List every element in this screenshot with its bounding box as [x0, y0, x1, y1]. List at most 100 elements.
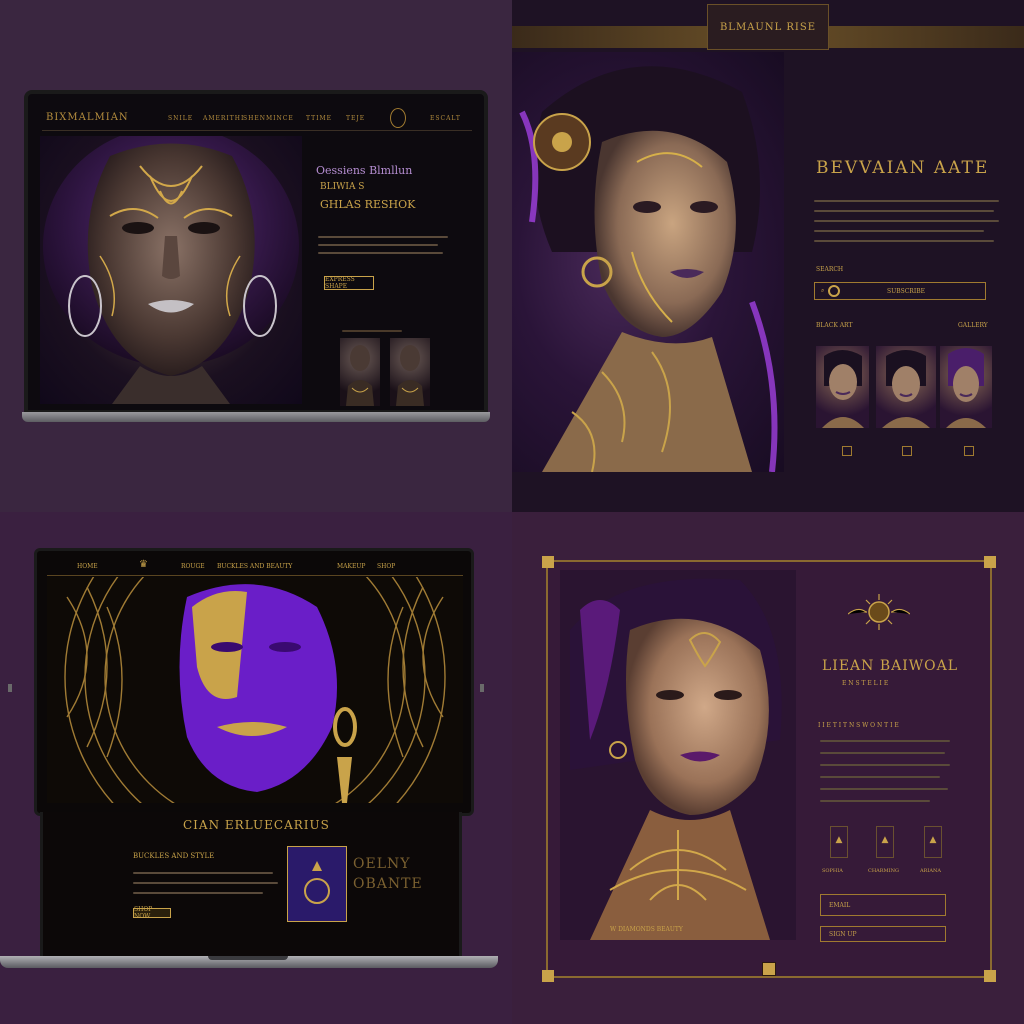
- hero-portrait: W DIAMONDS BEAUTY: [560, 570, 796, 940]
- text-line: [814, 240, 994, 242]
- nav-divider: [42, 130, 472, 131]
- gallery-nav-icon[interactable]: [964, 446, 974, 456]
- site-banner[interactable]: BLMAUNL RISE: [707, 4, 829, 50]
- portrait-illustration: [570, 578, 782, 940]
- search-icon: ⌕: [821, 287, 825, 294]
- nav-item-3[interactable]: SHENMINCE: [243, 115, 294, 122]
- headline-2: BLIWIA S: [320, 182, 365, 192]
- page-title: BEVVAIAN AATE: [816, 158, 990, 178]
- laptop-lower-screen: CIAN ERLUECARIUS BUCKLES AND STYLE SHOP …: [40, 812, 462, 958]
- feature-icon[interactable]: ▲: [924, 826, 942, 858]
- text-line: [342, 330, 402, 332]
- feature-icon[interactable]: ▲: [830, 826, 848, 858]
- nav-item-1[interactable]: SNILE: [168, 115, 193, 122]
- portrait-illustration: [519, 66, 778, 472]
- portrait-illustration: [64, 577, 446, 803]
- gallery-thumbnail[interactable]: [876, 346, 936, 428]
- portrait-illustration: [882, 350, 930, 428]
- portrait-illustration: [43, 136, 299, 404]
- text-line: [318, 252, 443, 254]
- nav-item-4[interactable]: TTIME: [306, 115, 332, 122]
- nav-item-home[interactable]: HOME: [77, 563, 98, 570]
- page-title: LIEAN BAIWOAL: [822, 658, 959, 674]
- text-line: [820, 764, 950, 766]
- ring-icon: [828, 285, 841, 297]
- nav-item-6[interactable]: ESCALT: [430, 115, 461, 122]
- right-label: GALLERY: [958, 322, 988, 329]
- laptop-screen: HOME ♛ ROUGE BUCKLES AND BEAUTY MAKEUP S…: [34, 548, 474, 816]
- left-label: BLACK ART: [816, 322, 853, 329]
- portrait-illustration: [396, 345, 424, 406]
- side-button: [8, 684, 12, 692]
- nav-item-2[interactable]: AMERITHI: [203, 115, 244, 122]
- gallery-nav-icon[interactable]: [842, 446, 852, 456]
- cta-button[interactable]: SHOP NOW: [133, 906, 171, 920]
- laptop-screen: BIXMALMIAN SNILE AMERITHI SHENMINCE TTIM…: [24, 90, 488, 414]
- mockup-webpage-purple: BLMAUNL RISE BEVVAIAN AATE SEARCH ⌕ SUBS…: [512, 0, 1024, 512]
- nav-item-5[interactable]: TEJE: [346, 115, 365, 122]
- text-line: [814, 220, 999, 222]
- nav-item-shop[interactable]: SHOP: [377, 563, 395, 570]
- feature-label-2: CHARMING: [868, 868, 900, 874]
- mockup-framed-page: W DIAMONDS BEAUTY LIEAN BAIWOAL E N S T …: [512, 512, 1024, 1024]
- sun-emblem-icon: [847, 592, 911, 632]
- frame-bottom-ornament: [762, 962, 776, 976]
- frame-corner: [542, 970, 554, 982]
- cta-button[interactable]: EXPRESS SHAPE: [324, 276, 374, 290]
- portrait-caption: W DIAMONDS BEAUTY: [610, 926, 683, 933]
- portrait-illustration: [346, 345, 374, 406]
- side-text-2: OBANTE: [353, 876, 423, 892]
- text-line: [814, 210, 994, 212]
- headline-3: GHLAS RESHOK: [320, 198, 416, 211]
- text-line: [820, 800, 930, 802]
- brand-logo[interactable]: BIXMALMIAN: [46, 112, 129, 123]
- text-line: [820, 776, 940, 778]
- signup-button[interactable]: SIGN UP: [820, 926, 946, 942]
- search-label: SEARCH: [816, 266, 844, 273]
- text-line: [133, 872, 273, 874]
- text-line: [133, 892, 263, 894]
- hero-portrait: [47, 577, 463, 803]
- email-field[interactable]: EMAIL: [820, 894, 946, 916]
- nav-item-makeup[interactable]: MAKEUP: [337, 563, 365, 570]
- text-line: [318, 244, 438, 246]
- section-title: CIAN ERLUECARIUS: [183, 818, 330, 832]
- gallery-thumbnail[interactable]: [816, 346, 869, 428]
- mockup-laptop-dark: BIXMALMIAN SNILE AMERITHI SHENMINCE TTIM…: [0, 0, 512, 512]
- feature-icon[interactable]: ▲: [876, 826, 894, 858]
- crown-icon: ♛: [139, 559, 148, 570]
- headline-1: Oessiens Blmllun: [316, 164, 413, 177]
- crest-icon: [390, 108, 406, 128]
- feature-label-1: SOPHIA: [822, 868, 843, 874]
- laptop-base: [22, 412, 490, 422]
- search-input[interactable]: ⌕ SUBSCRIBE: [814, 282, 986, 300]
- frame-corner: [542, 556, 554, 568]
- side-button: [480, 684, 484, 692]
- product-card[interactable]: [287, 846, 347, 922]
- laptop: BIXMALMIAN SNILE AMERITHI SHENMINCE TTIM…: [22, 90, 490, 430]
- text-line: [814, 230, 984, 232]
- feature-label-3: ARIANA: [920, 868, 941, 874]
- gallery-thumbnail[interactable]: [940, 346, 992, 428]
- top-nav: HOME ♛ ROUGE BUCKLES AND BEAUTY MAKEUP S…: [47, 559, 463, 576]
- text-line: [133, 882, 278, 884]
- side-text-1: OELNY: [353, 856, 411, 872]
- nav-item-rouge[interactable]: ROUGE: [181, 563, 205, 570]
- search-placeholder: SUBSCRIBE: [887, 287, 925, 295]
- gallery-thumbnail[interactable]: [390, 338, 430, 406]
- ornate-frame: W DIAMONDS BEAUTY LIEAN BAIWOAL E N S T …: [542, 556, 996, 982]
- gallery-nav-icon[interactable]: [902, 446, 912, 456]
- ornament-icon: [304, 861, 330, 904]
- laptop-notch: [208, 956, 288, 960]
- hero-portrait: [40, 136, 302, 404]
- frame-corner: [984, 970, 996, 982]
- gallery-thumbnail[interactable]: [340, 338, 380, 406]
- subheading: I I E T I T N S W O N T I E: [818, 722, 899, 729]
- text-line: [814, 200, 999, 202]
- mockup-laptop-gold: HOME ♛ ROUGE BUCKLES AND BEAUTY MAKEUP S…: [0, 512, 512, 1024]
- hero-portrait: [512, 52, 784, 472]
- subheading: BUCKLES AND STYLE: [133, 852, 215, 860]
- text-line: [820, 788, 948, 790]
- frame-corner: [984, 556, 996, 568]
- nav-item-buckles[interactable]: BUCKLES AND BEAUTY: [217, 563, 292, 570]
